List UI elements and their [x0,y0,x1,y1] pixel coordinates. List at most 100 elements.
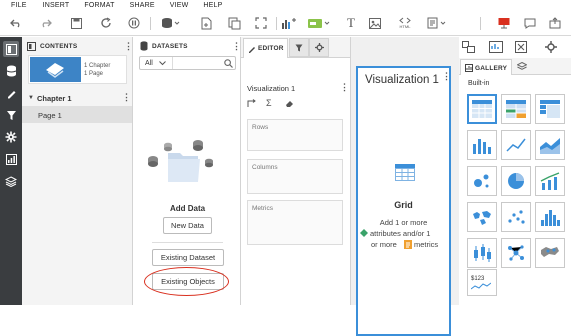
tab-format[interactable] [309,38,329,57]
chevron-down-icon[interactable] [159,61,166,66]
present-icon[interactable] [497,15,511,31]
gallery-geospatial-map[interactable] [535,238,565,268]
chapter-name[interactable]: Chapter 1 [37,94,72,103]
chapter-count: 1 Chapter [84,63,111,69]
datasets-panel: DATASETS ⋮ All Add Data New Data Existin… [134,37,241,305]
gallery-box-plot[interactable] [467,238,497,268]
menu-format[interactable]: FORMAT [84,2,114,9]
gallery-kpi[interactable]: $123 [467,269,497,296]
gallery-grid[interactable] [467,94,497,124]
toolbar: T HTML [0,11,571,36]
layers-toggle-icon[interactable] [3,173,19,189]
datasets-more-icon[interactable]: ⋮ [232,41,241,52]
dataset-filter-search[interactable]: All [139,56,236,70]
maximize-icon[interactable] [515,41,527,53]
refresh-icon[interactable] [98,15,114,31]
visualization-title: Visualization 1 [365,74,439,86]
insert-text-icon[interactable]: T [344,15,358,31]
datasets-title: DATASETS [152,43,188,50]
menu-view[interactable]: VIEW [170,2,189,9]
save-icon[interactable] [68,15,84,31]
rows-drop-zone[interactable]: Rows [247,119,343,151]
chapter-more-icon[interactable]: ⋮ [122,92,131,103]
menu-insert[interactable]: INSERT [43,2,70,9]
duplicate-page-icon[interactable] [226,15,242,31]
comment-icon[interactable] [522,15,538,31]
share-icon[interactable] [547,15,563,31]
editor-viz-name: Visualization 1 [247,84,296,93]
filter-toggle-icon[interactable] [3,107,19,123]
gallery-line-chart[interactable] [501,130,531,160]
menu-bar: FILE INSERT FORMAT SHARE VIEW HELP [0,0,571,11]
visualization-type-icon[interactable] [489,41,503,53]
sigma-icon[interactable]: Σ [266,98,272,108]
page-item[interactable]: Page 1 [22,106,132,123]
search-icon[interactable] [224,59,233,68]
editor-toggle-icon[interactable] [3,85,19,101]
insert-html-icon[interactable]: HTML [396,15,414,31]
pause-icon[interactable] [126,15,142,31]
chapter-thumbnail-card[interactable]: 1 Chapter 1 Page [28,55,127,84]
datasets-toggle-icon[interactable] [3,63,19,79]
editor-tab-label: EDITOR [258,45,284,52]
gallery-histogram[interactable] [535,202,565,232]
gallery-area-chart[interactable] [535,130,565,160]
add-page-icon[interactable] [199,15,215,31]
new-data-button[interactable]: New Data [163,217,212,234]
gallery-outline-grid[interactable] [535,94,565,124]
change-visualization-icon[interactable] [462,41,475,53]
columns-drop-zone[interactable]: Columns [247,159,343,194]
insert-filter-icon[interactable] [306,15,332,31]
pie-chart-icon [508,173,524,189]
gallery-compound-grid[interactable] [501,94,531,124]
eraser-icon[interactable] [285,99,295,108]
analytics-toggle-icon[interactable] [3,151,19,167]
gallery-tab-icon [465,64,473,72]
gallery-combo-chart[interactable] [535,166,565,196]
tab-editor[interactable]: EDITOR [243,38,288,58]
tab-layers[interactable] [513,59,531,74]
menu-file[interactable]: FILE [11,2,27,9]
tab-gallery[interactable]: GALLERY [460,59,512,75]
compound-grid-icon [506,100,526,118]
datasets-panel-icon [140,41,148,51]
menu-share[interactable]: SHARE [130,2,155,9]
contents-panel: CONTENTS ⋮ 1 Chapter 1 Page ▼ Chapter 1 … [22,37,133,305]
visualization-container[interactable]: Visualization 1 ⋮ Grid Add 1 or more att… [356,66,451,336]
vertical-bar-icon [473,139,491,154]
menu-help[interactable]: HELP [203,2,222,9]
insert-image-icon[interactable] [368,15,382,31]
gallery-pie-chart[interactable] [501,166,531,196]
gallery-map[interactable] [467,202,497,232]
dataset-filter-select[interactable]: All [145,60,153,67]
pencil-icon [249,47,255,53]
format-toggle-icon[interactable] [3,129,19,145]
metrics-label: Metrics [252,205,273,212]
contents-toggle-icon[interactable] [3,41,19,57]
editor-more-icon[interactable]: ⋮ [340,82,349,93]
network-icon [508,245,524,261]
settings-icon[interactable] [545,41,557,53]
visualization-more-icon[interactable]: ⋮ [442,71,451,82]
gallery-network[interactable] [501,238,531,268]
fullscreen-icon[interactable] [253,15,269,31]
redo-icon[interactable] [38,15,54,31]
gallery-vertical-bar[interactable] [467,130,497,160]
existing-dataset-button[interactable]: Existing Dataset [152,249,224,266]
contents-more-icon[interactable]: ⋮ [124,41,133,52]
gallery-bubble-chart[interactable] [467,166,497,196]
chapter-collapse-icon[interactable]: ▼ [28,95,34,101]
swap-axes-icon[interactable] [247,99,257,108]
area-chart-icon [540,138,560,154]
insert-visualization-icon[interactable] [280,15,298,31]
tab-filter[interactable] [289,38,309,57]
insert-widget-icon[interactable] [426,15,448,31]
add-data-illustration [148,140,213,182]
add-dataset-icon[interactable] [160,15,182,31]
page-name: Page 1 [38,111,62,120]
metrics-drop-zone[interactable]: Metrics [247,200,343,245]
gallery-scatter-plot[interactable] [501,202,531,232]
grid-chart-icon [472,100,492,118]
html-label: HTML [399,24,411,29]
undo-icon[interactable] [8,15,24,31]
